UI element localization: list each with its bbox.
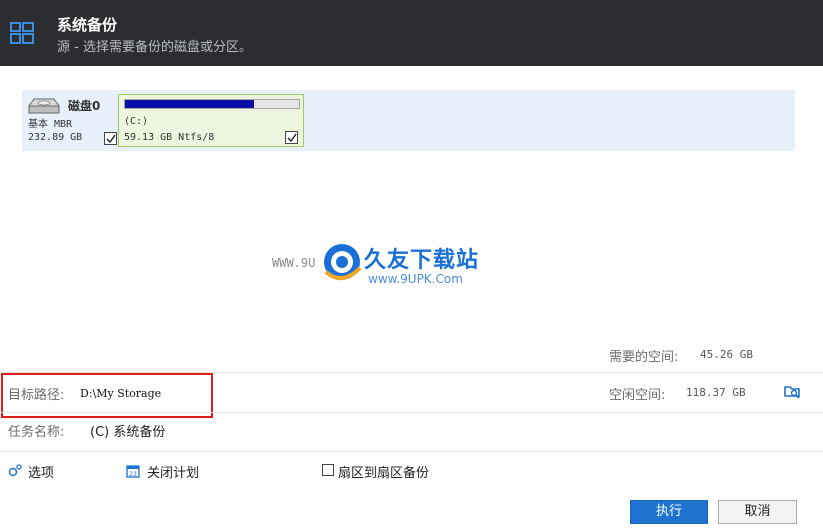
disk-type: 基本 MBR (28, 119, 73, 130)
needed-space-value: 45.26 GB (700, 348, 753, 361)
watermark-logo-icon (324, 244, 362, 280)
header-bar: 系统备份 源 - 选择需要备份的磁盘或分区。 (0, 0, 823, 66)
disk-row[interactable]: 磁盘0 基本 MBR 232.89 GB (C:) 59.13 GB Ntfs/… (22, 90, 795, 151)
sector-backup-checkbox[interactable] (322, 464, 334, 476)
execute-button[interactable]: 执行 (630, 500, 708, 524)
hard-disk-icon (28, 98, 60, 114)
free-space-label: 空闲空间: (609, 388, 666, 403)
disk-name: 磁盘0 (68, 99, 101, 113)
disk-info[interactable]: 磁盘0 基本 MBR 232.89 GB (28, 94, 120, 146)
sector-backup-label[interactable]: 扇区到扇区备份 (338, 462, 429, 481)
partition-usage-bar (124, 99, 300, 109)
watermark: WWW.9U 久友下载站 www.9UPK.Com (272, 238, 512, 302)
partition-c[interactable]: (C:) 59.13 GB Ntfs/8 (118, 94, 304, 147)
browse-folder-icon[interactable] (783, 383, 801, 399)
cancel-button[interactable]: 取消 (718, 500, 797, 524)
needed-space-label: 需要的空间: (609, 350, 679, 365)
partition-label: (C:) (124, 116, 149, 127)
options-link[interactable]: 选项 (28, 462, 54, 481)
task-name-value[interactable]: (C) 系统备份 (90, 421, 165, 440)
page-subtitle: 源 - 选择需要备份的磁盘或分区。 (57, 40, 252, 55)
watermark-url: www.9UPK.Com (368, 272, 463, 286)
check-icon (287, 133, 297, 143)
free-space-value: 118.37 GB (686, 386, 746, 399)
calendar-icon: 23 (126, 465, 140, 478)
page-title: 系统备份 (57, 16, 118, 34)
task-name-label: 任务名称: (8, 425, 65, 440)
disk-checkbox[interactable] (104, 132, 117, 145)
watermark-url-fragment: WWW.9U (272, 256, 316, 270)
watermark-title: 久友下载站 (364, 248, 480, 273)
partition-checkbox[interactable] (285, 131, 298, 144)
divider (0, 412, 823, 413)
partition-size: 59.13 GB Ntfs/8 (124, 132, 215, 143)
disk-size: 232.89 GB (28, 132, 83, 143)
divider (0, 451, 823, 452)
backup-app-icon (10, 22, 34, 44)
svg-text:23: 23 (129, 471, 137, 478)
check-icon (106, 134, 116, 144)
gear-icon (8, 464, 22, 477)
partition-usage-fill (125, 100, 254, 108)
schedule-link[interactable]: 关闭计划 (147, 462, 199, 481)
